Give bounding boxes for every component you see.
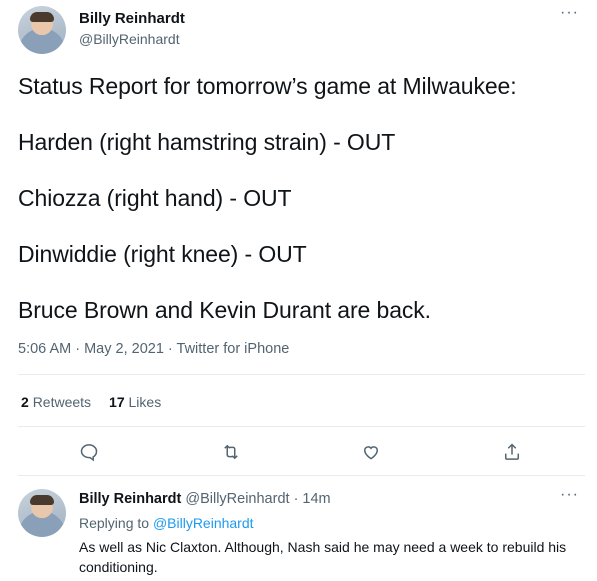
tweet-timestamp[interactable]: 5:06 AM · May 2, 2021 · Twitter for iPho… — [18, 341, 289, 357]
share-button[interactable] — [500, 440, 524, 464]
reply-button[interactable] — [77, 440, 101, 464]
reply-icon — [80, 444, 98, 462]
divider — [18, 374, 585, 375]
retweets-label: Retweets — [32, 394, 92, 410]
replying-to: Replying to @BillyReinhardt — [79, 515, 254, 531]
tweet-line-3: Chiozza (right hand) - OUT — [18, 185, 292, 211]
reply-author-avatar[interactable] — [18, 489, 66, 537]
replying-to-prefix: Replying to — [79, 515, 150, 531]
tweet-line-5: Bruce Brown and Kevin Durant are back. — [18, 297, 431, 323]
author-avatar[interactable] — [18, 6, 66, 54]
reply-header: Billy Reinhardt @BillyReinhardt · 14m — [79, 491, 331, 507]
divider — [18, 475, 585, 476]
reply-text: As well as Nic Claxton. Although, Nash s… — [79, 539, 567, 575]
retweet-icon — [224, 444, 238, 460]
likes-count: 17 — [109, 394, 125, 410]
like-icon — [363, 446, 379, 460]
reply-more-options-icon[interactable]: ··· — [560, 486, 579, 504]
likes-stat[interactable]: 17 Likes — [109, 394, 161, 410]
tweet-line-2: Harden (right hamstring strain) - OUT — [18, 129, 396, 155]
retweets-count: 2 — [21, 394, 29, 410]
engagement-stats: 2 Retweets 17 Likes — [21, 394, 161, 410]
retweet-button[interactable] — [219, 440, 243, 464]
like-button[interactable] — [359, 440, 383, 464]
replying-to-link[interactable]: @BillyReinhardt — [153, 515, 254, 531]
divider — [18, 426, 585, 427]
likes-label: Likes — [128, 394, 162, 410]
author-name[interactable]: Billy Reinhardt — [79, 10, 185, 27]
author-handle[interactable]: @BillyReinhardt — [79, 31, 180, 47]
reply-author-meta[interactable]: @BillyReinhardt · 14m — [185, 491, 330, 507]
tweet-line-4: Dinwiddie (right knee) - OUT — [18, 241, 307, 267]
retweets-stat[interactable]: 2 Retweets — [21, 394, 91, 410]
more-options-icon[interactable]: ··· — [560, 4, 579, 22]
reply-author-name[interactable]: Billy Reinhardt — [79, 491, 181, 507]
tweet-line-1: Status Report for tomorrow’s game at Mil… — [18, 73, 517, 99]
share-icon — [505, 443, 519, 460]
